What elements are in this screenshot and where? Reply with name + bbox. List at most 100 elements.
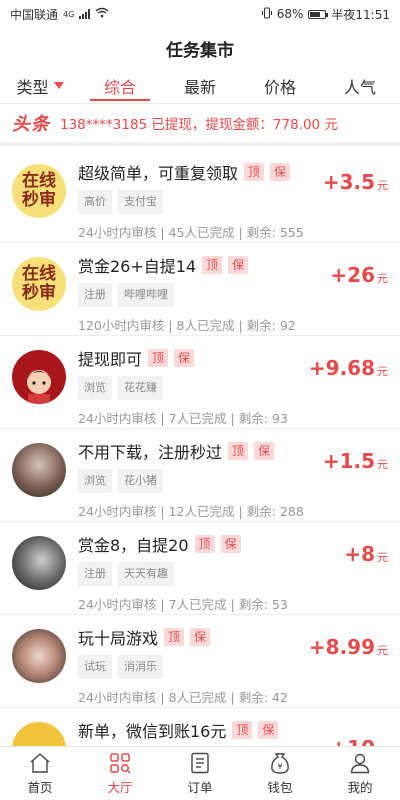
app-header: 任务集市 xyxy=(0,28,400,68)
completed-count: 12人已完成 xyxy=(168,504,235,519)
guarantee-badge: 保 xyxy=(228,256,249,274)
headline-tag: 头条 xyxy=(12,114,50,135)
nav-profile[interactable]: 我的 xyxy=(320,747,400,800)
task-title: 赏金26+自提14 xyxy=(78,257,197,276)
task-reward: +9.68 元 xyxy=(309,356,388,380)
tab-label: 类型 xyxy=(16,77,49,97)
nav-label: 大厅 xyxy=(107,780,133,795)
reward-amount: +8 xyxy=(344,542,375,566)
task-item[interactable]: 赏金8，自提20 顶 保 注册 天天有趣 24小时内审核 | 7人已完成 | 剩… xyxy=(0,522,400,615)
completed-count: 8人已完成 xyxy=(176,318,235,333)
filter-tabs: 类型 综合 最新 价格 人气 xyxy=(0,68,400,104)
task-item[interactable]: 提现即可 顶 保 浏览 花花赚 24小时内审核 | 7人已完成 | 剩余: 93… xyxy=(0,336,400,429)
nav-label: 订单 xyxy=(187,780,213,795)
reward-unit: 元 xyxy=(377,365,388,378)
tab-label: 人气 xyxy=(343,77,376,97)
reward-unit: 元 xyxy=(377,272,388,285)
nav-label: 我的 xyxy=(347,780,373,795)
reward-amount: +10 xyxy=(330,736,375,746)
task-reward: +1.5 元 xyxy=(323,449,388,473)
top-badge: 顶 xyxy=(202,256,223,274)
clock: 半夜11:51 xyxy=(331,7,390,22)
task-avatar xyxy=(12,722,66,746)
task-title: 赏金8，自提20 xyxy=(78,536,189,555)
task-item[interactable]: 新单，微信到账16元 顶 保 +10元 xyxy=(0,708,400,746)
remaining-count: 剩余: 42 xyxy=(238,690,288,705)
tab-label: 最新 xyxy=(183,77,216,97)
task-tag: 试玩 xyxy=(78,655,112,679)
reward-unit: 元 xyxy=(377,551,388,564)
task-item[interactable]: 不用下载，注册秒过 顶 保 浏览 花小猪 24小时内审核 | 12人已完成 | … xyxy=(0,429,400,522)
top-badge: 顶 xyxy=(232,721,253,739)
reward-amount: +8.99 xyxy=(308,635,375,659)
task-item[interactable]: 在线秒审 超级简单，可重复领取 顶 保 高价 支付宝 24小时内审核 | 45人… xyxy=(0,150,400,243)
task-item[interactable]: 玩十局游戏 顶 保 试玩 消消乐 24小时内审核 | 8人已完成 | 剩余: 4… xyxy=(0,615,400,708)
nav-orders[interactable]: 订单 xyxy=(160,747,240,800)
reward-amount: +9.68 xyxy=(308,356,375,380)
tab-label: 价格 xyxy=(263,77,296,97)
task-reward: +8.99 元 xyxy=(309,635,388,659)
task-title: 不用下载，注册秒过 xyxy=(78,443,223,462)
guarantee-badge: 保 xyxy=(220,535,241,553)
reward-unit: 元 xyxy=(377,179,388,192)
reward-amount: +3.5 xyxy=(322,170,375,194)
headline-ticker[interactable]: 头条 138****3185 已提现，提现金额：778.00 元 xyxy=(0,104,400,146)
carrier-label: 中国联通 xyxy=(10,7,59,22)
reward-unit: 元 xyxy=(377,644,388,657)
nav-label: 钱包 xyxy=(267,780,293,795)
top-badge: 顶 xyxy=(194,535,215,553)
task-tag: 浏览 xyxy=(78,469,112,493)
guarantee-badge: 保 xyxy=(254,442,275,460)
tab-price[interactable]: 价格 xyxy=(240,68,320,103)
home-icon xyxy=(30,753,50,773)
review-time: 24小时内审核 xyxy=(78,411,157,426)
task-tag: 消消乐 xyxy=(118,655,163,679)
task-avatar xyxy=(12,443,66,497)
completed-count: 45人已完成 xyxy=(168,225,235,240)
battery-icon xyxy=(308,9,329,19)
task-title: 玩十局游戏 xyxy=(78,629,159,648)
task-item[interactable]: 在线秒审 赏金26+自提14 顶 保 注册 哔哩哔哩 120小时内审核 | 8人… xyxy=(0,243,400,336)
task-tag: 花花赚 xyxy=(118,376,163,400)
tab-popularity[interactable]: 人气 xyxy=(320,68,400,103)
page-title: 任务集市 xyxy=(166,40,234,61)
avatar-cartoon-icon xyxy=(26,370,52,404)
tab-latest[interactable]: 最新 xyxy=(160,68,240,103)
completed-count: 8人已完成 xyxy=(168,690,227,705)
nav-wallet[interactable]: ¥ 钱包 xyxy=(240,747,320,800)
battery-percent: 68% xyxy=(276,7,304,21)
tab-type[interactable]: 类型 xyxy=(0,68,80,103)
tab-comprehensive[interactable]: 综合 xyxy=(80,68,160,103)
bottom-nav: 首页 大厅 订单 ¥ 钱包 我的 xyxy=(0,746,400,800)
order-icon xyxy=(191,752,209,774)
task-avatar xyxy=(12,629,66,683)
task-reward: +26 元 xyxy=(330,263,388,287)
headline-text: 138****3185 已提现，提现金额：778.00 元 xyxy=(60,117,338,133)
nav-home[interactable]: 首页 xyxy=(0,747,80,800)
avatar-logo-text: 在线秒审 xyxy=(22,264,56,303)
review-time: 24小时内审核 xyxy=(78,597,157,612)
guarantee-badge: 保 xyxy=(270,163,291,181)
completed-count: 7人已完成 xyxy=(168,411,227,426)
task-tag: 注册 xyxy=(78,562,112,586)
task-meta: 24小时内审核 | 8人已完成 | 剩余: 42 xyxy=(78,690,288,705)
remaining-count: 剩余: 555 xyxy=(246,225,304,240)
task-tag: 高价 xyxy=(78,190,112,214)
task-avatar: 在线秒审 xyxy=(12,164,66,218)
task-meta: 24小时内审核 | 45人已完成 | 剩余: 555 xyxy=(78,225,304,240)
top-badge: 顶 xyxy=(244,163,265,181)
svg-text:¥: ¥ xyxy=(277,762,282,771)
network-label: 4G xyxy=(63,9,75,19)
review-time: 120小时内审核 xyxy=(78,318,165,333)
signal-icon xyxy=(79,9,91,19)
review-time: 24小时内审核 xyxy=(78,504,157,519)
task-reward: +3.5 元 xyxy=(323,170,388,194)
review-time: 24小时内审核 xyxy=(78,690,157,705)
task-meta: 24小时内审核 | 7人已完成 | 剩余: 53 xyxy=(78,597,288,612)
remaining-count: 剩余: 288 xyxy=(246,504,304,519)
task-tag: 注册 xyxy=(78,283,112,307)
guarantee-badge: 保 xyxy=(174,349,195,367)
nav-hall[interactable]: 大厅 xyxy=(80,747,160,800)
task-tag: 哔哩哔哩 xyxy=(118,283,174,307)
task-meta: 24小时内审核 | 7人已完成 | 剩余: 93 xyxy=(78,411,288,426)
